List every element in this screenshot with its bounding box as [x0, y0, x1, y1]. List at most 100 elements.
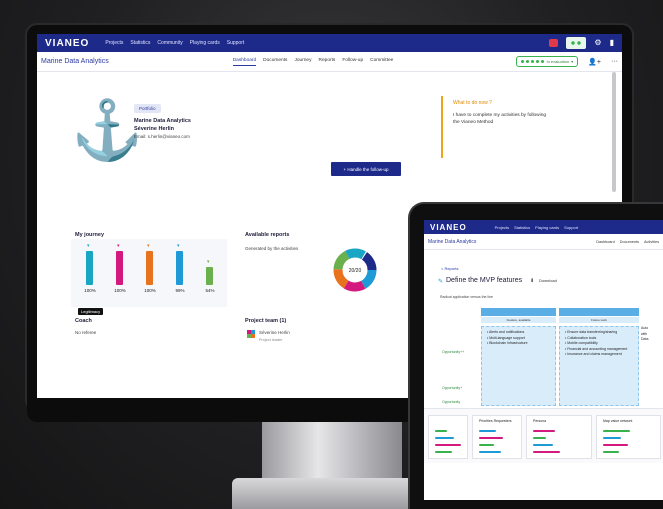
- mini-bar: [603, 437, 621, 439]
- bar-cap-icon: ▾: [87, 243, 90, 249]
- persona-panel[interactable]: Persona: [526, 415, 592, 459]
- tablet-vianeo-logo[interactable]: VIANEO: [430, 223, 467, 232]
- tab-documents[interactable]: Documents: [263, 58, 287, 66]
- add-user-icon[interactable]: 👤+: [588, 58, 601, 66]
- monitor-stand: [262, 422, 402, 482]
- donut-center-label: 20/20: [349, 268, 362, 274]
- report-icon: ✎: [438, 279, 444, 285]
- tablet-nav-support[interactable]: Support: [564, 225, 578, 230]
- reports-donut-chart[interactable]: 20/20: [332, 247, 378, 293]
- nav-link-playing-cards[interactable]: Playing cards: [190, 40, 220, 46]
- status-dot-icon: [541, 60, 545, 63]
- project-tabs: Dashboard Documents Journey Reports Foll…: [232, 58, 393, 66]
- mini-bar: [603, 444, 628, 446]
- mini-bar: [435, 451, 452, 453]
- handle-follow-up-button[interactable]: + Handle the follow-up: [331, 162, 401, 176]
- tablet-bottom-panels: Priorities Requesters Persona Map value …: [424, 408, 663, 463]
- mini-bar: [435, 444, 461, 446]
- vianeo-logo[interactable]: VIANEO: [45, 38, 89, 49]
- tablet-tab-dashboard[interactable]: Dashboard: [596, 240, 615, 244]
- nav-link-support[interactable]: Support: [227, 40, 245, 46]
- journey-bar-column[interactable]: ▾ 100%: [81, 239, 99, 307]
- tablet-nav-statistics[interactable]: Statistics: [514, 225, 530, 230]
- priorities-panel[interactable]: Priorities Requesters: [472, 415, 522, 459]
- feature-item: Blockchain infrastructure: [487, 341, 550, 347]
- chevron-down-icon: ▾: [571, 59, 574, 64]
- gear-icon[interactable]: ⚙: [594, 39, 601, 47]
- team-member-name[interactable]: Séverine Herlin: [259, 330, 290, 335]
- project-subnav: Marine Data Analytics Dashboard Document…: [37, 52, 622, 72]
- apps-grid-icon[interactable]: [566, 37, 587, 49]
- tab-dashboard[interactable]: Dashboard: [232, 58, 257, 66]
- team-title: Project team (1): [245, 318, 287, 324]
- matrix-subheader: Feature, available: [481, 317, 556, 323]
- bar-cap-icon: ▾: [147, 243, 150, 249]
- status-dropdown[interactable]: In evaluation ▾: [516, 56, 579, 67]
- mini-bar: [533, 437, 546, 439]
- journey-title: My journey: [75, 232, 105, 238]
- journey-bar: [86, 251, 93, 285]
- tab-journey[interactable]: Journey: [294, 58, 311, 66]
- portfolio-badge[interactable]: Portfolio: [134, 104, 161, 113]
- bar-cap-icon: ▾: [207, 259, 210, 265]
- journey-bar: [176, 251, 183, 285]
- reports-title: Available reports: [245, 232, 290, 238]
- subnav-actions: In evaluation ▾ 👤+ ···: [516, 56, 618, 67]
- tablet-project-title: Marine Data Analytics: [428, 238, 477, 245]
- journey-chart: ▾ 100% ▾ 100% ▾ 100% ▾ 99% ▾ 54%: [71, 239, 227, 307]
- status-dot-icon: [526, 60, 530, 63]
- journey-bar-label: 99%: [175, 288, 185, 293]
- matrix-row-label: Opportunity: [442, 400, 461, 404]
- mini-bar: [603, 430, 630, 432]
- journey-bar-column[interactable]: ▾ 100%: [111, 239, 129, 307]
- mini-bar: [533, 451, 560, 453]
- matrix-column-header: [481, 308, 556, 316]
- journey-bar-label: 54%: [205, 288, 215, 293]
- value-network-panel[interactable]: Map value network: [596, 415, 661, 459]
- matrix-cell[interactable]: Ensure data transferring/sharing Collabo…: [559, 326, 639, 406]
- mini-bar: [603, 451, 619, 453]
- journey-tooltip: Legitimacy: [78, 308, 104, 315]
- tab-reports[interactable]: Reports: [319, 58, 336, 66]
- notice-text: I have to complete my activities by foll…: [453, 113, 547, 125]
- tab-follow-up[interactable]: Follow-up: [342, 58, 363, 66]
- mini-bar: [479, 444, 494, 446]
- coach-title: Coach: [75, 318, 92, 324]
- tab-committee[interactable]: Committee: [370, 58, 393, 66]
- mini-bar: [435, 430, 447, 432]
- journey-bar-label: 100%: [114, 288, 126, 293]
- nav-link-statistics[interactable]: Statistics: [130, 40, 150, 46]
- user-icon[interactable]: ▮: [610, 39, 614, 47]
- email-value[interactable]: s.herlin@vianeo.com: [148, 134, 190, 139]
- journey-bar: [206, 267, 213, 285]
- journey-bar: [146, 251, 153, 285]
- mini-panel[interactable]: [428, 415, 468, 459]
- tablet-tab-documents[interactable]: Documents: [620, 240, 639, 244]
- mini-bar: [533, 430, 555, 432]
- monitor-stand-base: [232, 478, 432, 509]
- team-member-role: Project leader: [259, 338, 283, 342]
- bar-cap-icon: ▾: [177, 243, 180, 249]
- tablet-tab-activities[interactable]: Activities: [644, 240, 659, 244]
- nav-link-community[interactable]: Community: [157, 40, 182, 46]
- email-label: Email:: [134, 134, 147, 139]
- journey-bar-column[interactable]: ▾ 99%: [171, 239, 189, 307]
- more-options-icon[interactable]: ···: [611, 58, 618, 65]
- tablet-tabs: Dashboard Documents Activities: [596, 240, 659, 244]
- journey-bar-column[interactable]: ▾ 54%: [201, 239, 219, 307]
- tablet-nav-playing-cards[interactable]: Playing cards: [535, 225, 559, 230]
- company-name: Marine Data Analytics: [134, 118, 191, 124]
- matrix-cell[interactable]: Alerts and notifications Multi-language …: [481, 326, 556, 406]
- download-icon[interactable]: ⬇: [530, 278, 534, 284]
- download-button[interactable]: Download: [539, 278, 557, 283]
- anchor-logo-icon: ⚓: [71, 98, 144, 163]
- tablet-top-navigation: VIANEO Projects Statistics Playing cards…: [424, 220, 663, 234]
- back-to-reports-link[interactable]: < Reports: [441, 266, 458, 271]
- journey-bar-column[interactable]: ▾ 100%: [141, 239, 159, 307]
- nav-link-projects[interactable]: Projects: [105, 40, 123, 46]
- notifications-icon[interactable]: [549, 39, 559, 47]
- tablet-nav-projects[interactable]: Projects: [495, 225, 509, 230]
- scrollbar[interactable]: [612, 72, 616, 192]
- feature-item: Insurance and claims management: [565, 352, 633, 358]
- person-name: Séverine Herlin: [134, 126, 175, 132]
